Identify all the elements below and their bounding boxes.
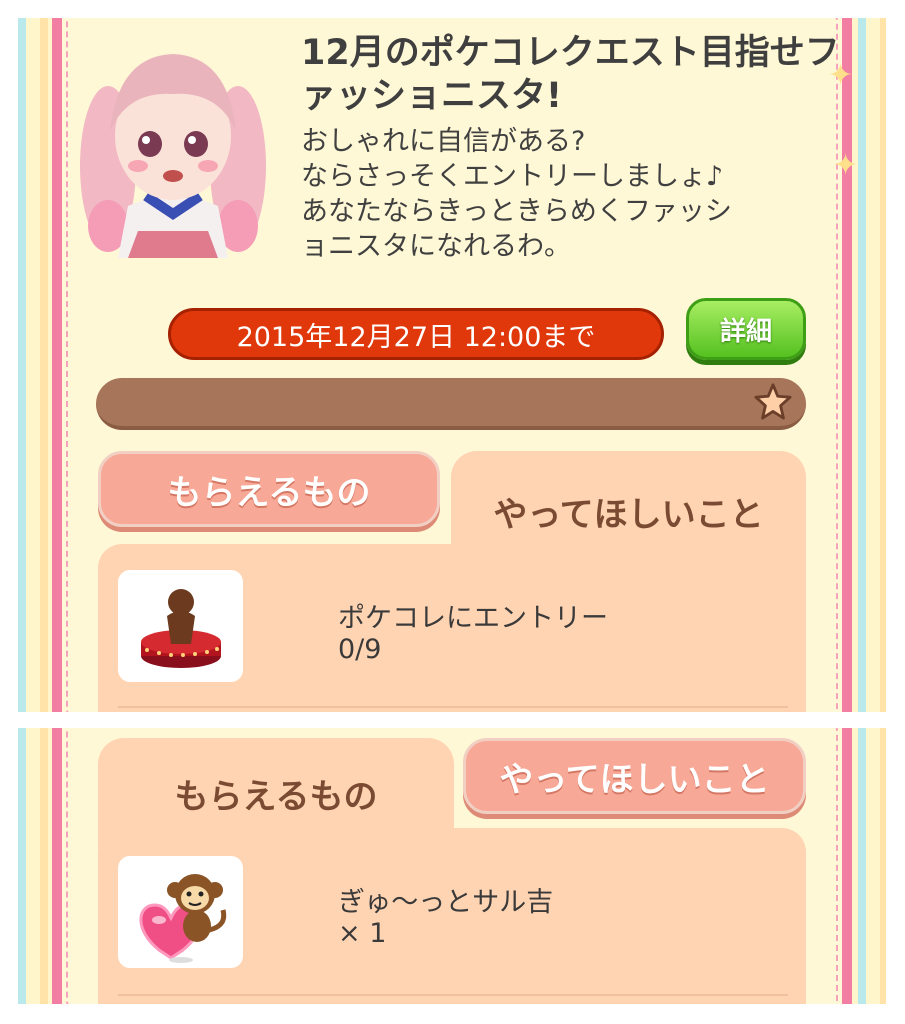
task-content-area: ポケコレにエントリー 0/9 [98,544,806,712]
fashion-stage-icon [140,589,221,668]
character-avatar [80,54,266,258]
reward-item-name: ぎゅ〜っとサル吉 [338,887,554,918]
quest-panel-tasks: ✦ ✦ 12月のポケコレクエスト目指せファッショニスタ! おしゃれに自信がある?… [18,18,886,712]
tab-rewards[interactable]: もらえるもの [98,451,440,527]
item-divider [118,994,788,996]
item-divider [118,706,788,708]
task-item-count: 0/9 [338,634,382,665]
reward-item-thumbnail [118,856,243,968]
task-item-name: ポケコレにエントリー [338,603,608,634]
monkey-heart-icon [139,874,226,963]
reward-item-count: × 1 [338,918,387,949]
quest-progress-bar [96,378,806,430]
quest-description: おしゃれに自信がある? ならさっそくエントリーしましょ♪ あなたならきっときらめ… [301,126,732,262]
reward-content-area: ぎゅ〜っとサル吉 × 1 [98,828,806,1004]
tab-tasks[interactable]: やってほしいこと [463,738,806,814]
detail-button[interactable]: 詳細 [686,298,806,360]
progress-star-icon [754,383,792,420]
deadline-badge: 2015年12月27日 12:00まで [168,308,664,360]
task-item-thumbnail [118,570,243,682]
quest-title: 12月のポケコレクエスト目指せファッショニスタ! [301,33,840,116]
quest-panel-rewards: もらえるもの やってほしいこと ぎゅ〜っとサル吉 × 1 [18,728,886,1004]
